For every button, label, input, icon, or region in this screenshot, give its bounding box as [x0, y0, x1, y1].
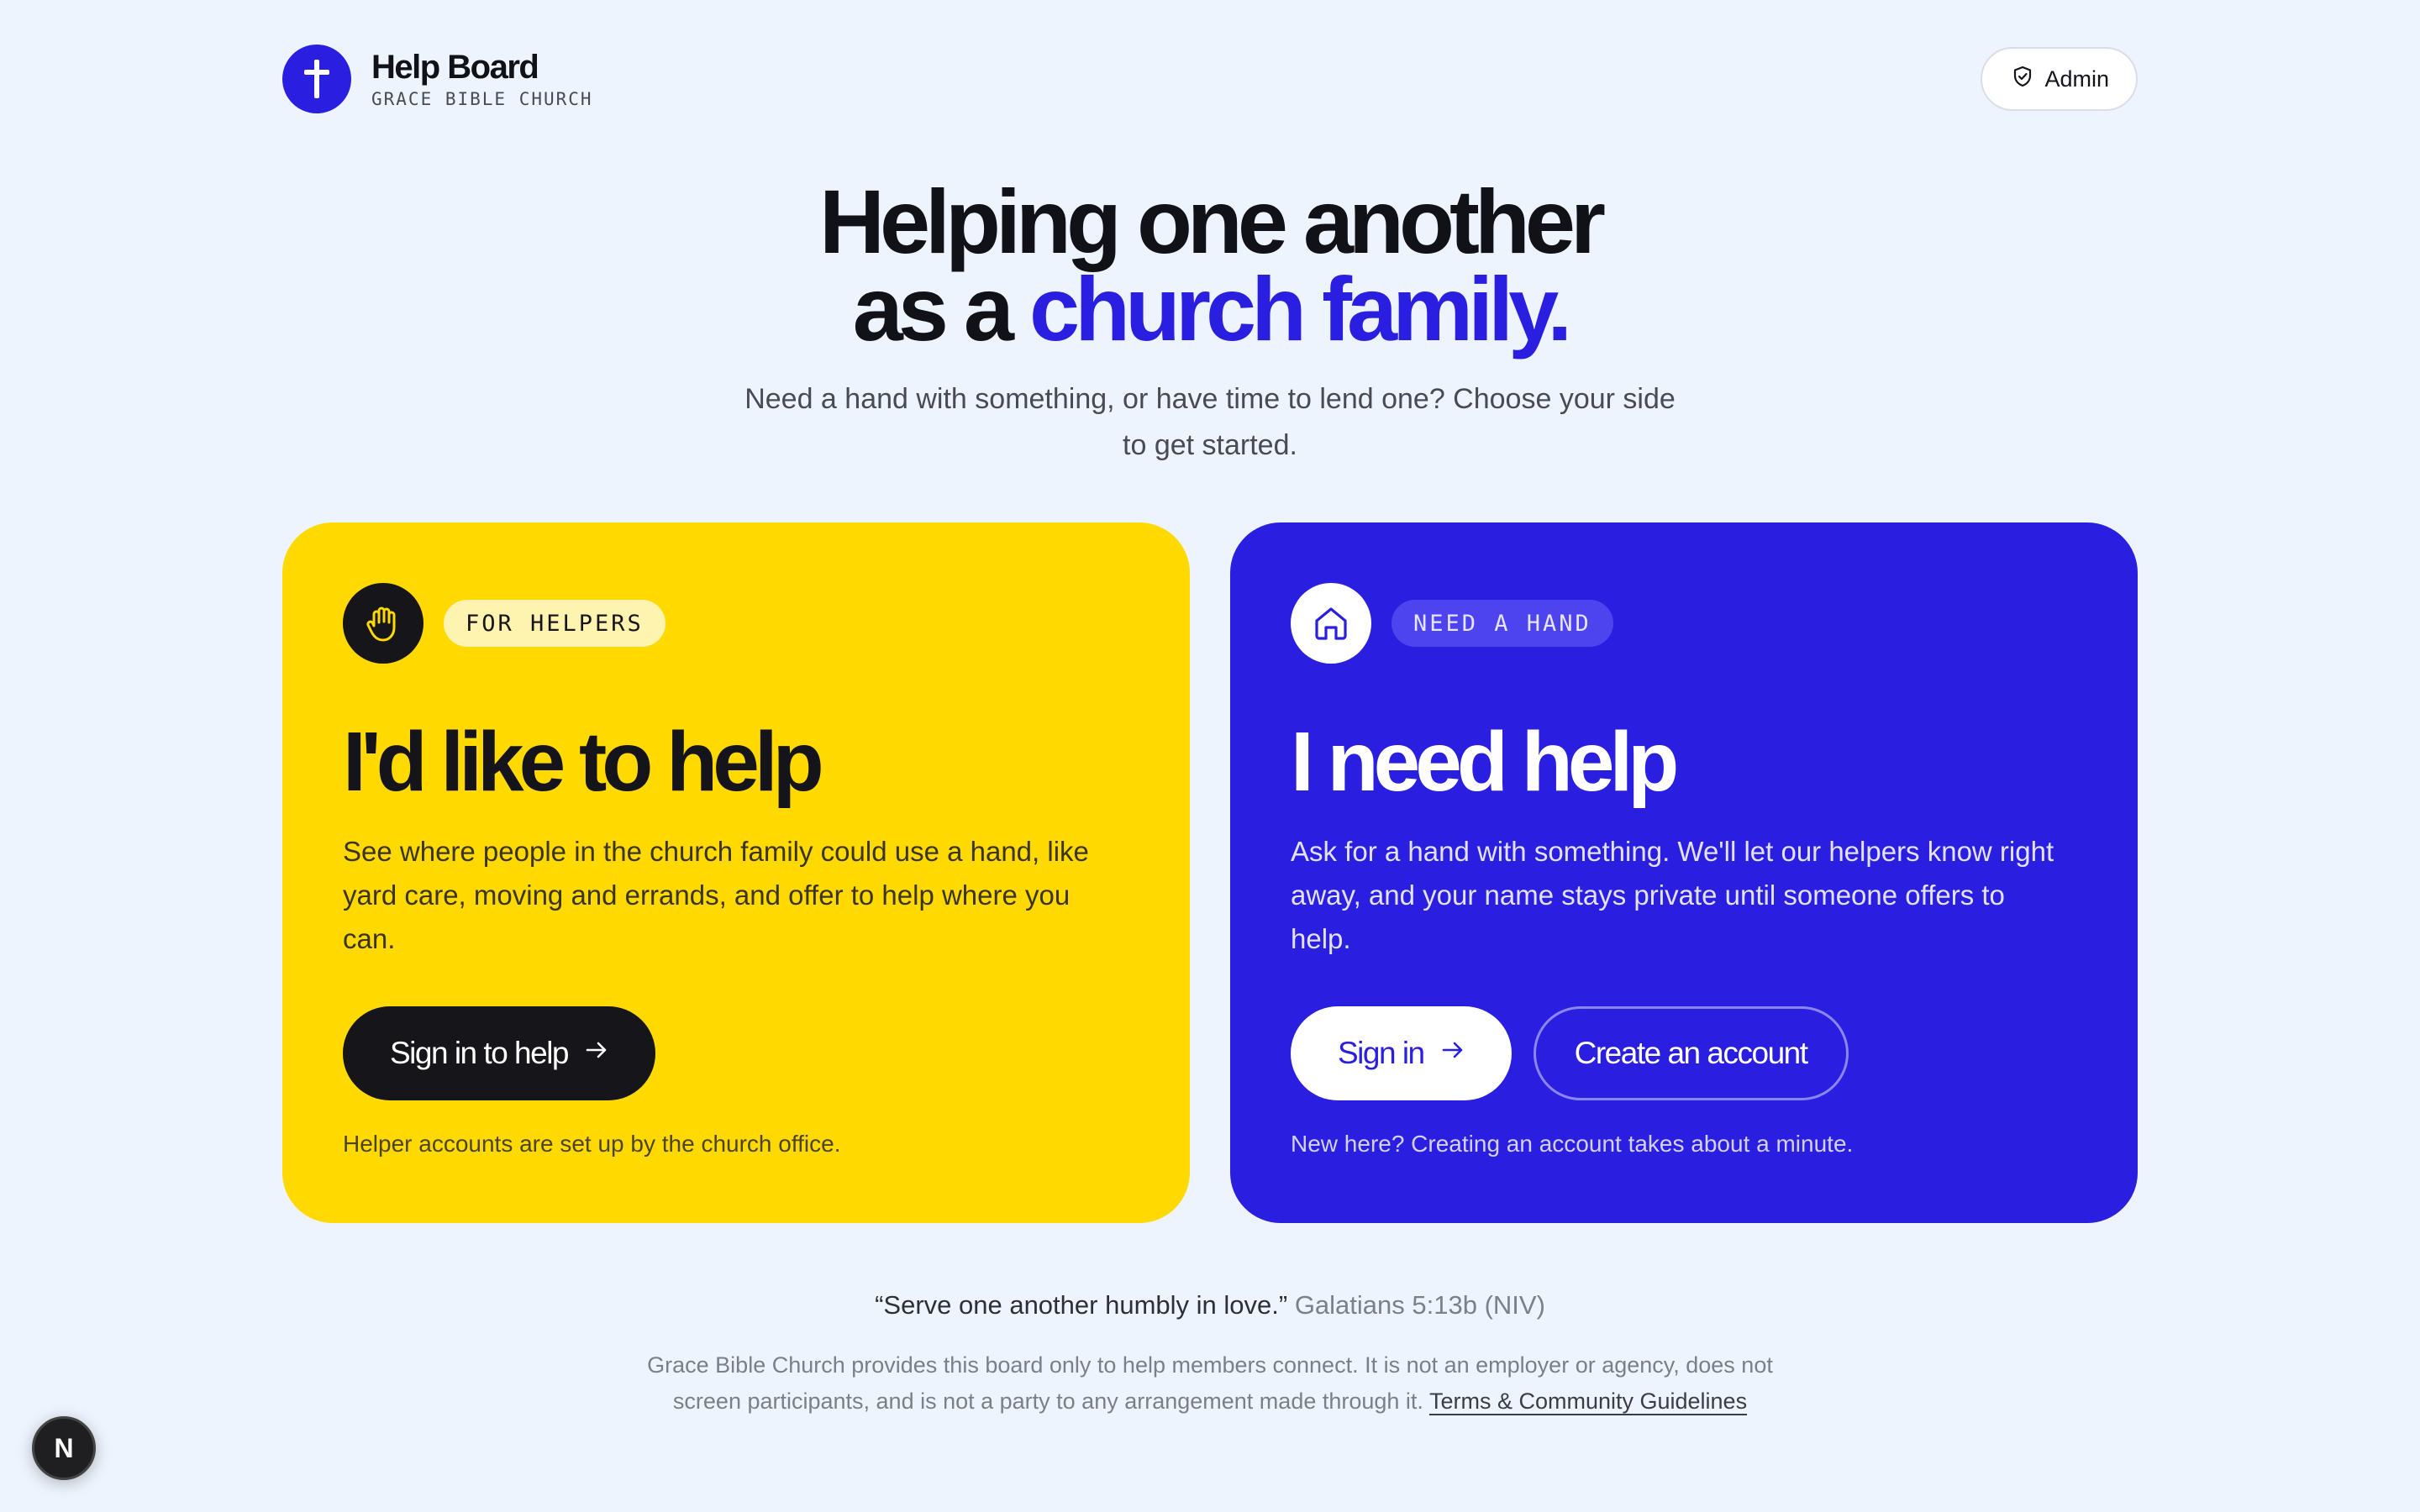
arrow-right-icon: [1439, 1036, 1466, 1071]
quote-text: “Serve one another humbly in love.”: [875, 1290, 1288, 1320]
helpers-description: See where people in the church family co…: [343, 836, 1089, 954]
home-icon: [1291, 583, 1371, 664]
sign-in-button[interactable]: Sign in: [1291, 1006, 1512, 1100]
hero-title-line1: Helping one another: [818, 171, 1606, 272]
disclaimer: Grace Bible Church provides this board o…: [639, 1347, 1781, 1420]
sign-in-to-help-label: Sign in to help: [390, 1036, 570, 1070]
scripture-quote: “Serve one another humbly in love.” Gala…: [0, 1290, 2420, 1320]
sign-in-to-help-button[interactable]: Sign in to help: [343, 1006, 656, 1100]
admin-label: Admin: [2044, 66, 2109, 92]
dev-tools-badge[interactable]: N: [32, 1416, 96, 1480]
shield-check-icon: [2012, 66, 2033, 93]
helpers-pill: FOR HELPERS: [444, 600, 666, 647]
sign-in-label: Sign in: [1338, 1036, 1425, 1070]
need-help-note: New here? Creating an account takes abou…: [1291, 1131, 1854, 1157]
need-hand-pill: NEED A HAND: [1392, 600, 1613, 647]
cross-icon: [282, 45, 351, 113]
helpers-title: I'd like to help: [343, 715, 824, 809]
helpers-card: FOR HELPERS I'd like to help See where p…: [282, 522, 1190, 1223]
hero-subtitle: Need a hand with something, or have time…: [744, 383, 1676, 461]
arrow-right-icon: [583, 1036, 610, 1071]
helpers-note: Helper accounts are set up by the church…: [343, 1131, 841, 1157]
brand-name: Help Board: [371, 49, 539, 86]
hero-title-prefix: as a: [852, 258, 1029, 360]
need-help-description: Ask for a hand with something. We'll let…: [1291, 836, 2054, 954]
quote-reference: Galatians 5:13b (NIV): [1294, 1290, 1545, 1320]
brand[interactable]: Help Board GRACE BIBLE CHURCH: [282, 45, 593, 113]
terms-link[interactable]: Terms & Community Guidelines: [1429, 1389, 1747, 1414]
need-help-title: I need help: [1291, 715, 1679, 809]
site-header: Help Board GRACE BIBLE CHURCH Admin: [282, 44, 2138, 114]
create-account-button[interactable]: Create an account: [1533, 1006, 1849, 1100]
brand-subtitle: GRACE BIBLE CHURCH: [371, 89, 593, 109]
hero-title-accent: church family.: [1029, 258, 1572, 360]
create-account-label: Create an account: [1574, 1036, 1808, 1070]
hero: Helping one another as a church family. …: [0, 176, 2420, 469]
raised-hand-icon: [343, 583, 424, 664]
admin-button[interactable]: Admin: [1981, 47, 2138, 111]
hero-title: Helping one another as a church family.: [0, 176, 2420, 354]
need-help-card: NEED A HAND I need help Ask for a hand w…: [1230, 522, 2138, 1223]
